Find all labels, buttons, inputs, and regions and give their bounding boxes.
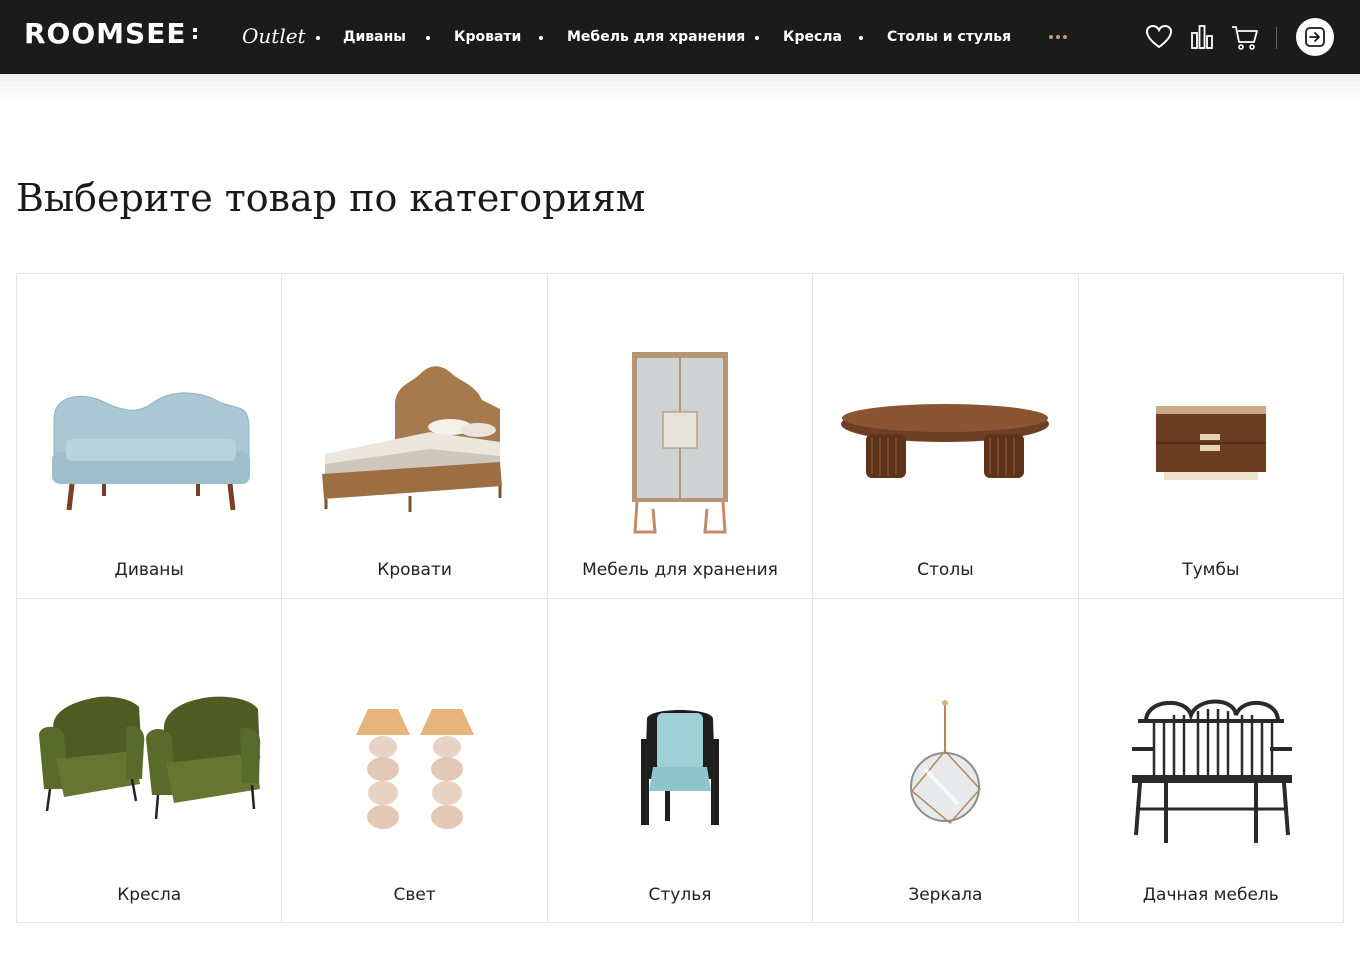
nav-item-armchairs[interactable]: Кресла xyxy=(783,27,842,47)
category-card-mirrors[interactable]: Зеркала xyxy=(813,598,1079,923)
more-menu-icon[interactable] xyxy=(1049,35,1067,39)
sofa-icon xyxy=(52,392,251,511)
category-label: Диваны xyxy=(114,560,184,580)
nav-separator xyxy=(316,36,320,40)
mirror-icon xyxy=(910,699,982,824)
cart-icon[interactable] xyxy=(1230,22,1260,52)
heart-icon[interactable] xyxy=(1144,22,1174,52)
nav-item-storage[interactable]: Мебель для хранения xyxy=(567,27,745,47)
category-label: Стулья xyxy=(648,884,712,905)
header-divider xyxy=(1276,27,1277,49)
nav-separator xyxy=(426,36,430,40)
category-card-nightstands[interactable]: Тумбы xyxy=(1078,274,1344,599)
lamps-icon xyxy=(355,708,474,829)
logo-mark-icon xyxy=(190,28,198,39)
bench-icon xyxy=(1131,699,1292,843)
table-icon xyxy=(841,404,1050,478)
category-label: Кресла xyxy=(117,884,182,905)
nav-item-tables-chairs[interactable]: Столы и стулья xyxy=(887,27,1011,47)
category-card-tables[interactable]: Столы xyxy=(813,274,1079,599)
site-header: ROOMSEE Outlet Диваны Кровати Мебель для… xyxy=(0,0,1360,74)
category-card-armchairs[interactable]: Кресла xyxy=(17,598,283,923)
login-icon xyxy=(1305,27,1325,47)
armchairs-icon xyxy=(39,696,261,819)
category-card-lighting[interactable]: Свет xyxy=(282,598,548,923)
category-label: Кровати xyxy=(377,560,452,580)
category-card-sofas[interactable]: Диваны xyxy=(17,274,283,599)
category-card-outdoor[interactable]: Дачная мебель xyxy=(1078,598,1344,923)
category-label: Дачная мебель xyxy=(1142,884,1279,905)
category-card-beds[interactable]: Кровати xyxy=(282,274,548,599)
nav-separator xyxy=(755,36,759,40)
cabinet-icon xyxy=(631,352,728,534)
compare-icon[interactable] xyxy=(1187,22,1217,52)
header-shadow xyxy=(0,74,1360,104)
page-title: Выберите товар по категориям xyxy=(16,176,646,220)
nav-item-beds[interactable]: Кровати xyxy=(454,27,521,47)
logo[interactable]: ROOMSEE xyxy=(24,17,198,50)
category-label: Зеркала xyxy=(908,884,983,905)
chair-icon xyxy=(640,709,719,825)
category-label: Мебель для хранения xyxy=(582,560,778,580)
category-label: Столы xyxy=(917,560,974,580)
category-label: Тумбы xyxy=(1182,560,1240,580)
category-label: Свет xyxy=(393,884,436,905)
nav-separator xyxy=(539,36,543,40)
category-card-storage[interactable]: Мебель для хранения xyxy=(547,274,814,599)
logo-text: ROOMSEE xyxy=(24,17,187,50)
nav-separator xyxy=(859,36,863,40)
category-grid: Диваны Кровати Мебель для хранения Столы… xyxy=(16,273,1344,923)
nav-outlet[interactable]: Outlet xyxy=(242,24,306,48)
category-card-chairs[interactable]: Стулья xyxy=(547,598,814,923)
nightstand-icon xyxy=(1155,406,1266,480)
nav-item-sofas[interactable]: Диваны xyxy=(343,27,406,47)
login-button[interactable] xyxy=(1296,18,1334,56)
bed-icon xyxy=(321,366,502,512)
